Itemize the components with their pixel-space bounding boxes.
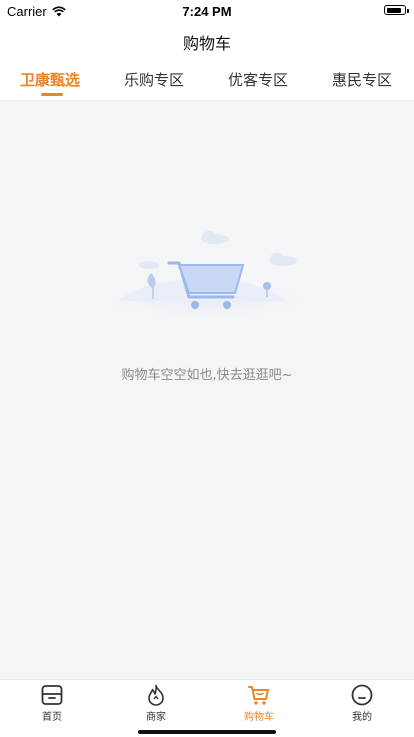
- tabbar-profile[interactable]: 我的: [322, 684, 402, 723]
- page-title: 购物车: [182, 34, 231, 53]
- tab-weikang-selection[interactable]: 卫康甄选: [20, 69, 80, 90]
- category-tabs: 卫康甄选 乐购专区 优客专区 惠民专区: [0, 62, 414, 101]
- tabbar-cart-label: 购物车: [244, 712, 274, 723]
- status-bar: Carrier 7:24 PM: [0, 0, 414, 22]
- tabbar-cart[interactable]: 购物车: [219, 684, 299, 723]
- tabbar-merchants[interactable]: 商家: [116, 684, 196, 723]
- battery-icon: [384, 5, 409, 15]
- tabbar-merchants-label: 商家: [146, 712, 166, 723]
- flame-icon: [148, 684, 164, 706]
- tabbar-home-label: 首页: [42, 712, 62, 723]
- tab-huimin-zone[interactable]: 惠民专区: [332, 69, 392, 90]
- tab-legou-zone[interactable]: 乐购专区: [124, 69, 184, 90]
- empty-cart-area: 购物车空空如也,快去逛逛吧~: [0, 101, 414, 679]
- bottom-tab-bar: 首页 商家 购物车 我的: [0, 679, 414, 737]
- tabbar-profile-label: 我的: [352, 712, 372, 723]
- tab-youke-zone[interactable]: 优客专区: [228, 69, 288, 90]
- tabbar-home[interactable]: 首页: [12, 684, 92, 723]
- active-tab-indicator: [41, 93, 63, 96]
- empty-cart-message: 购物车空空如也,快去逛逛吧~: [121, 368, 293, 383]
- profile-icon: [351, 684, 373, 706]
- status-time: 7:24 PM: [182, 4, 232, 19]
- cart-icon: [248, 686, 269, 705]
- home-indicator: [138, 730, 276, 734]
- home-box-icon: [41, 685, 63, 705]
- empty-cart-illustration: [87, 231, 327, 321]
- navigation-bar: 购物车: [0, 22, 414, 62]
